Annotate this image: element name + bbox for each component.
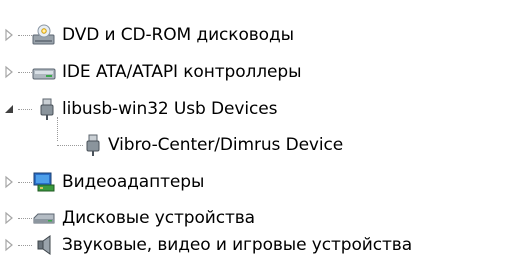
- tree-item-label: Дисковые устройства: [62, 208, 255, 228]
- dvd-drive-icon: [32, 24, 55, 45]
- tree-connector-line: [18, 72, 32, 74]
- expand-arrow-icon[interactable]: [2, 65, 16, 79]
- tree-item-dvd-drives[interactable]: DVD и CD-ROM дисководы: [0, 16, 513, 53]
- tree-item-display-adapters[interactable]: Видеоадаптеры: [0, 163, 513, 200]
- tree-connector-line: [18, 218, 32, 220]
- tree-item-label: IDE ATA/ATAPI контроллеры: [62, 62, 302, 82]
- expand-arrow-icon[interactable]: [2, 211, 16, 225]
- tree-connector-line: [18, 182, 32, 184]
- tree-item-label: libusb-win32 Usb Devices: [62, 99, 278, 119]
- collapse-arrow-icon[interactable]: [2, 102, 16, 116]
- expand-arrow-icon[interactable]: [2, 238, 16, 252]
- tree-item-label: Звуковые, видео и игровые устройства: [62, 235, 413, 255]
- tree-item-vibro-center-device[interactable]: Vibro-Center/Dimrus Device: [0, 126, 513, 163]
- tree-connector-line: [18, 109, 32, 111]
- expand-arrow-icon[interactable]: [2, 175, 16, 189]
- tree-connector-line: [18, 245, 32, 247]
- tree-item-libusb-devices[interactable]: libusb-win32 Usb Devices: [0, 90, 513, 127]
- tree-item-label: Vibro-Center/Dimrus Device: [108, 135, 344, 155]
- tree-connector-line: [18, 35, 32, 37]
- tree-item-label: Видеоадаптеры: [62, 172, 205, 192]
- tree-item-sound-devices[interactable]: Звуковые, видео и игровые устройства: [0, 226, 513, 263]
- tree-item-label: DVD и CD-ROM дисководы: [62, 25, 294, 45]
- speaker-icon: [37, 235, 51, 255]
- ide-controller-icon: [32, 68, 56, 80]
- expand-arrow-icon[interactable]: [2, 28, 16, 42]
- tree-connector-line: [57, 145, 83, 147]
- tree-item-ide-controllers[interactable]: IDE ATA/ATAPI контроллеры: [0, 53, 513, 90]
- usb-plug-icon: [40, 98, 54, 120]
- device-manager-tree: DVD и CD-ROM дисководы IDE ATA/ATAPI кон…: [0, 0, 513, 263]
- display-adapter-icon: [33, 172, 55, 192]
- usb-plug-icon: [86, 134, 100, 156]
